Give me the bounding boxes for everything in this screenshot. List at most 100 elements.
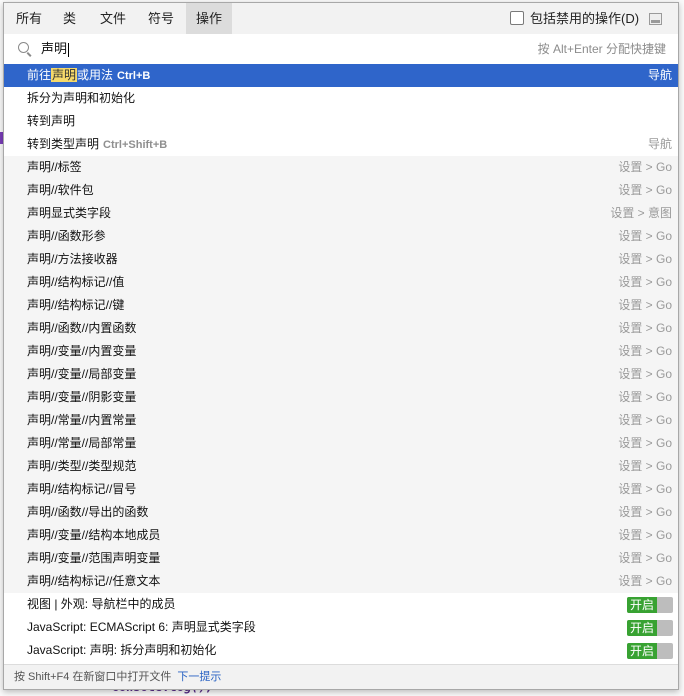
next-tip-link[interactable]: 下一提示 bbox=[177, 671, 221, 683]
result-location: 设置 > Go bbox=[618, 390, 672, 404]
option-label: JavaScript: ECMAScript 6: 声明显式类字段 bbox=[27, 620, 256, 634]
result-shortcut: Ctrl+B bbox=[117, 70, 151, 82]
result-item[interactable]: 声明//标签 设置 > Go bbox=[4, 156, 678, 179]
pin-window-icon[interactable] bbox=[649, 13, 662, 25]
result-item[interactable]: 声明//类型//类型规范 设置 > Go bbox=[4, 455, 678, 478]
result-label: 声明//变量//阴影变量 bbox=[27, 390, 137, 404]
include-disabled-label[interactable]: 包括禁用的操作(D) bbox=[530, 3, 639, 34]
result-item[interactable]: 声明//方法接收器 设置 > Go bbox=[4, 248, 678, 271]
result-item[interactable]: 拆分为声明和初始化 bbox=[4, 87, 678, 110]
result-location: 设置 > Go bbox=[618, 275, 672, 289]
results-list: 前往声明或用法 Ctrl+B 导航 拆分为声明和初始化 转到声明 转到类型声明 Ct… bbox=[4, 64, 678, 662]
result-location: 设置 > Go bbox=[618, 160, 672, 174]
result-label: 声明//函数//内置函数 bbox=[27, 321, 137, 335]
search-bar: 声明 按 Alt+Enter 分配快捷键 bbox=[4, 34, 678, 65]
result-location: 设置 > Go bbox=[618, 413, 672, 427]
result-location: 导航 bbox=[647, 137, 672, 151]
match-highlight: 声明 bbox=[51, 68, 78, 82]
option-toggle[interactable]: 开启 bbox=[627, 643, 673, 659]
result-label: 前往声明或用法 Ctrl+B bbox=[27, 64, 150, 88]
tab-classes[interactable]: 类 bbox=[53, 3, 86, 34]
result-item[interactable]: 声明//变量//结构本地成员 设置 > Go bbox=[4, 524, 678, 547]
search-everywhere-popup: 所有 类 文件 符号 操作 包括禁用的操作(D) 声明 按 Alt+Enter … bbox=[3, 2, 679, 690]
result-item[interactable]: 声明//变量//局部变量 设置 > Go bbox=[4, 363, 678, 386]
result-label: 声明//变量//结构本地成员 bbox=[27, 528, 161, 542]
result-location: 设置 > 意图 bbox=[610, 206, 672, 220]
result-label: 声明//变量//局部变量 bbox=[27, 367, 137, 381]
label-suffix: 或用法 bbox=[77, 68, 114, 82]
option-item[interactable]: 视图 | 外观: 导航栏中的成员 开启 bbox=[4, 593, 678, 616]
result-item[interactable]: 声明//结构标记//值 设置 > Go bbox=[4, 271, 678, 294]
result-location: 设置 > Go bbox=[618, 436, 672, 450]
result-item[interactable]: 声明//变量//内置变量 设置 > Go bbox=[4, 340, 678, 363]
tab-symbols[interactable]: 符号 bbox=[138, 3, 184, 34]
result-item[interactable]: 声明//常量//内置常量 设置 > Go bbox=[4, 409, 678, 432]
result-label: 声明//函数//导出的函数 bbox=[27, 505, 149, 519]
result-location: 设置 > Go bbox=[618, 367, 672, 381]
result-location: 设置 > Go bbox=[618, 505, 672, 519]
result-location: 设置 > Go bbox=[618, 183, 672, 197]
include-disabled-checkbox[interactable] bbox=[510, 11, 524, 25]
option-label: JavaScript: 声明: 拆分声明和初始化 bbox=[27, 643, 217, 657]
tab-bar: 所有 类 文件 符号 操作 包括禁用的操作(D) bbox=[4, 3, 678, 35]
toggle-on-label: 开启 bbox=[627, 620, 657, 636]
result-label: 声明//变量//内置变量 bbox=[27, 344, 137, 358]
footer-hint: 按 Shift+F4 在新窗口中打开文件 下一提示 bbox=[14, 665, 221, 689]
label-prefix: 前往 bbox=[27, 68, 52, 82]
result-location: 设置 > Go bbox=[618, 482, 672, 496]
toggle-on-label: 开启 bbox=[627, 643, 657, 659]
search-query: 声明 bbox=[41, 41, 68, 56]
result-label: 声明//结构标记//值 bbox=[27, 275, 125, 289]
result-item[interactable]: 声明//软件包 设置 > Go bbox=[4, 179, 678, 202]
option-label: 视图 | 外观: 导航栏中的成员 bbox=[27, 597, 176, 611]
result-location: 设置 > Go bbox=[618, 344, 672, 358]
tab-all[interactable]: 所有 bbox=[6, 3, 52, 34]
include-disabled-option: 包括禁用的操作(D) bbox=[508, 3, 678, 34]
result-label: 声明//类型//类型规范 bbox=[27, 459, 137, 473]
result-shortcut: Ctrl+Shift+B bbox=[103, 139, 168, 151]
footer-hint-text: 按 Shift+F4 在新窗口中打开文件 bbox=[14, 671, 172, 683]
result-item[interactable]: 转到类型声明 Ctrl+Shift+B 导航 bbox=[4, 133, 678, 156]
tab-actions[interactable]: 操作 bbox=[186, 3, 233, 34]
result-item-selected[interactable]: 前往声明或用法 Ctrl+B 导航 bbox=[4, 64, 678, 87]
tab-files[interactable]: 文件 bbox=[90, 3, 136, 34]
result-location: 导航 bbox=[647, 68, 672, 82]
text-caret bbox=[68, 42, 70, 57]
search-input[interactable]: 声明 bbox=[41, 34, 70, 64]
result-label: 声明//变量//范围声明变量 bbox=[27, 551, 161, 565]
result-label-text: 转到类型声明 bbox=[27, 137, 100, 151]
result-location: 设置 > Go bbox=[618, 298, 672, 312]
option-item[interactable]: JavaScript: ECMAScript 6: 声明显式类字段 开启 bbox=[4, 616, 678, 639]
result-item[interactable]: 声明//变量//范围声明变量 设置 > Go bbox=[4, 547, 678, 570]
result-label: 转到类型声明 Ctrl+Shift+B bbox=[27, 133, 167, 157]
result-location: 设置 > Go bbox=[618, 229, 672, 243]
result-item[interactable]: 声明//结构标记//冒号 设置 > Go bbox=[4, 478, 678, 501]
result-item[interactable]: 声明显式类字段 设置 > 意图 bbox=[4, 202, 678, 225]
result-label: 声明//常量//内置常量 bbox=[27, 413, 137, 427]
result-item[interactable]: 声明//函数//导出的函数 设置 > Go bbox=[4, 501, 678, 524]
option-item[interactable]: JavaScript: 声明: 拆分声明和初始化 开启 bbox=[4, 639, 678, 662]
result-location: 设置 > Go bbox=[618, 459, 672, 473]
result-label: 声明//函数形参 bbox=[27, 229, 106, 243]
hint-footer: 按 Shift+F4 在新窗口中打开文件 下一提示 bbox=[4, 664, 678, 689]
result-label: 声明//结构标记//冒号 bbox=[27, 482, 137, 496]
result-location: 设置 > Go bbox=[618, 252, 672, 266]
result-label: 声明//软件包 bbox=[27, 183, 94, 197]
result-item[interactable]: 声明//结构标记//任意文本 设置 > Go bbox=[4, 570, 678, 593]
option-toggle[interactable]: 开启 bbox=[627, 597, 673, 613]
result-item[interactable]: 声明//常量//局部常量 设置 > Go bbox=[4, 432, 678, 455]
option-toggle[interactable]: 开启 bbox=[627, 620, 673, 636]
result-item[interactable]: 声明//变量//阴影变量 设置 > Go bbox=[4, 386, 678, 409]
result-item[interactable]: 声明//函数形参 设置 > Go bbox=[4, 225, 678, 248]
result-location: 设置 > Go bbox=[618, 321, 672, 335]
result-label: 声明//结构标记//任意文本 bbox=[27, 574, 161, 588]
result-item[interactable]: 声明//函数//内置函数 设置 > Go bbox=[4, 317, 678, 340]
result-location: 设置 > Go bbox=[618, 551, 672, 565]
toggle-on-label: 开启 bbox=[627, 597, 657, 613]
result-label: 声明//标签 bbox=[27, 160, 82, 174]
search-hint: 按 Alt+Enter 分配快捷键 bbox=[537, 42, 666, 56]
result-location: 设置 > Go bbox=[618, 574, 672, 588]
result-item[interactable]: 声明//结构标记//键 设置 > Go bbox=[4, 294, 678, 317]
result-label: 声明//方法接收器 bbox=[27, 252, 118, 266]
result-item[interactable]: 转到声明 bbox=[4, 110, 678, 133]
